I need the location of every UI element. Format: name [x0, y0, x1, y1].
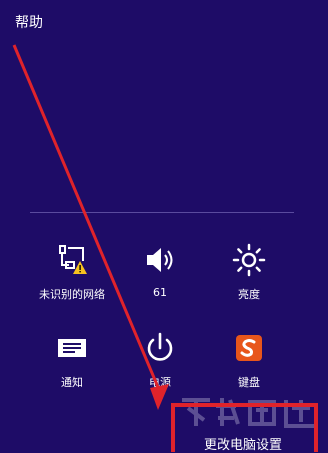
network-tile[interactable]: 未识别的网络	[26, 242, 118, 302]
network-label: 未识别的网络	[39, 288, 105, 301]
network-warning-icon	[55, 243, 89, 281]
power-tile[interactable]: 电源	[114, 330, 206, 390]
notifications-label: 通知	[61, 376, 83, 389]
brightness-icon	[232, 243, 266, 281]
change-pc-settings-link[interactable]: 更改电脑设置	[204, 434, 282, 453]
sogou-keyboard-icon	[234, 333, 264, 367]
brightness-label: 亮度	[238, 288, 260, 301]
notifications-tile[interactable]: 通知	[26, 330, 118, 390]
keyboard-label: 键盘	[238, 376, 260, 389]
volume-label: 61	[153, 286, 167, 299]
watermark-logo	[176, 392, 324, 432]
notifications-icon	[55, 331, 89, 369]
keyboard-tile[interactable]: 键盘	[203, 330, 295, 390]
volume-icon	[143, 243, 177, 281]
volume-tile[interactable]: 61	[114, 242, 206, 299]
power-label: 电源	[149, 376, 171, 389]
divider	[30, 212, 294, 213]
power-icon	[143, 331, 177, 369]
brightness-tile[interactable]: 亮度	[203, 242, 295, 302]
charm-title: 帮助	[15, 15, 43, 31]
